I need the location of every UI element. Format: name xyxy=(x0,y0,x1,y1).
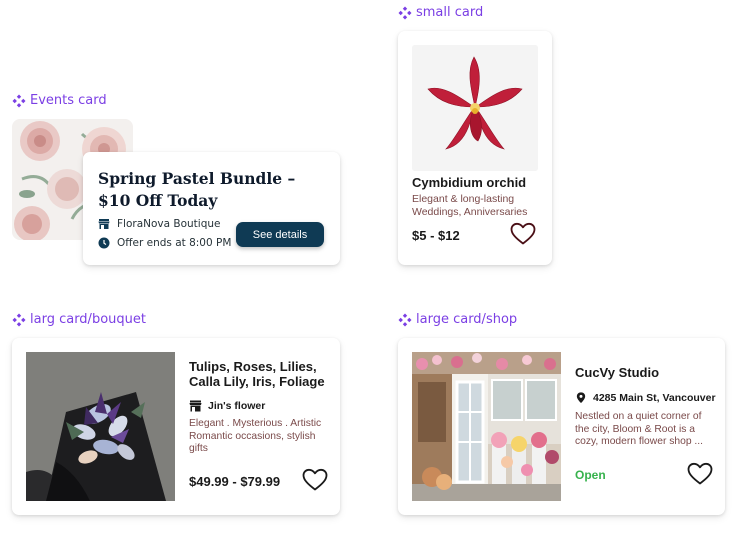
event-title: Spring Pastel Bundle – $10 Off Today xyxy=(98,169,296,210)
events-card[interactable]: Spring Pastel Bundle – $10 Off Today Flo… xyxy=(83,152,340,265)
orchid-image xyxy=(412,45,538,171)
heart-icon[interactable] xyxy=(510,222,536,246)
heart-icon[interactable] xyxy=(302,468,328,492)
product-price: $5 - $12 xyxy=(412,228,460,243)
small-card[interactable]: Cymbidium orchid Elegant & long-lasting … xyxy=(398,31,552,265)
shop-address: 4285 Main St, Vancouver xyxy=(593,391,716,404)
heart-icon[interactable] xyxy=(687,462,713,486)
section-label-text: Events card xyxy=(30,93,107,108)
storefront-icon xyxy=(189,400,202,412)
clock-icon xyxy=(98,237,110,249)
section-label-text: large card/shop xyxy=(416,312,518,327)
bouquet-shop-row: Jin's flower xyxy=(189,400,265,412)
component-icon xyxy=(398,313,412,326)
shop-description: Nestled on a quiet corner of the city, B… xyxy=(575,411,704,447)
shop-card[interactable]: CucVy Studio 4285 Main St, Vancouver Nes… xyxy=(398,338,725,515)
section-label-text: larg card/bouquet xyxy=(30,312,146,327)
open-status-badge: Open xyxy=(575,468,606,482)
bouquet-description: Elegant . Mysterious . Artistic Romantic… xyxy=(189,418,322,454)
component-icon xyxy=(398,6,412,19)
component-icon xyxy=(12,94,26,107)
shop-address-row: 4285 Main St, Vancouver xyxy=(575,391,716,404)
section-label-small-card: small card xyxy=(398,5,483,20)
event-shop-name: FloraNova Boutique xyxy=(117,218,221,230)
section-label-bouquet-card: larg card/bouquet xyxy=(12,312,146,327)
bouquet-image xyxy=(26,352,175,501)
component-icon xyxy=(12,313,26,326)
shop-name: CucVy Studio xyxy=(575,365,660,380)
bouquet-shop-name: Jin's flower xyxy=(208,400,266,412)
section-label-text: small card xyxy=(416,5,484,20)
event-offer-row: Offer ends at 8:00 PM xyxy=(98,237,231,249)
storefront-icon xyxy=(98,219,110,229)
storefront-image xyxy=(412,352,561,501)
product-description: Elegant & long-lasting Weddings, Anniver… xyxy=(412,193,528,218)
event-shop-row: FloraNova Boutique xyxy=(98,218,221,230)
see-details-button[interactable]: See details xyxy=(236,222,324,247)
section-label-shop-card: large card/shop xyxy=(398,312,517,327)
bouquet-title: Tulips, Roses, Lilies, Calla Lily, Iris,… xyxy=(189,359,325,389)
bouquet-price: $49.99 - $79.99 xyxy=(189,474,281,489)
event-offer-time: Offer ends at 8:00 PM xyxy=(117,237,232,249)
section-label-events-card: Events card xyxy=(12,93,107,108)
product-name: Cymbidium orchid xyxy=(412,175,527,190)
location-pin-icon xyxy=(576,392,586,404)
bouquet-card[interactable]: Tulips, Roses, Lilies, Calla Lily, Iris,… xyxy=(12,338,340,515)
